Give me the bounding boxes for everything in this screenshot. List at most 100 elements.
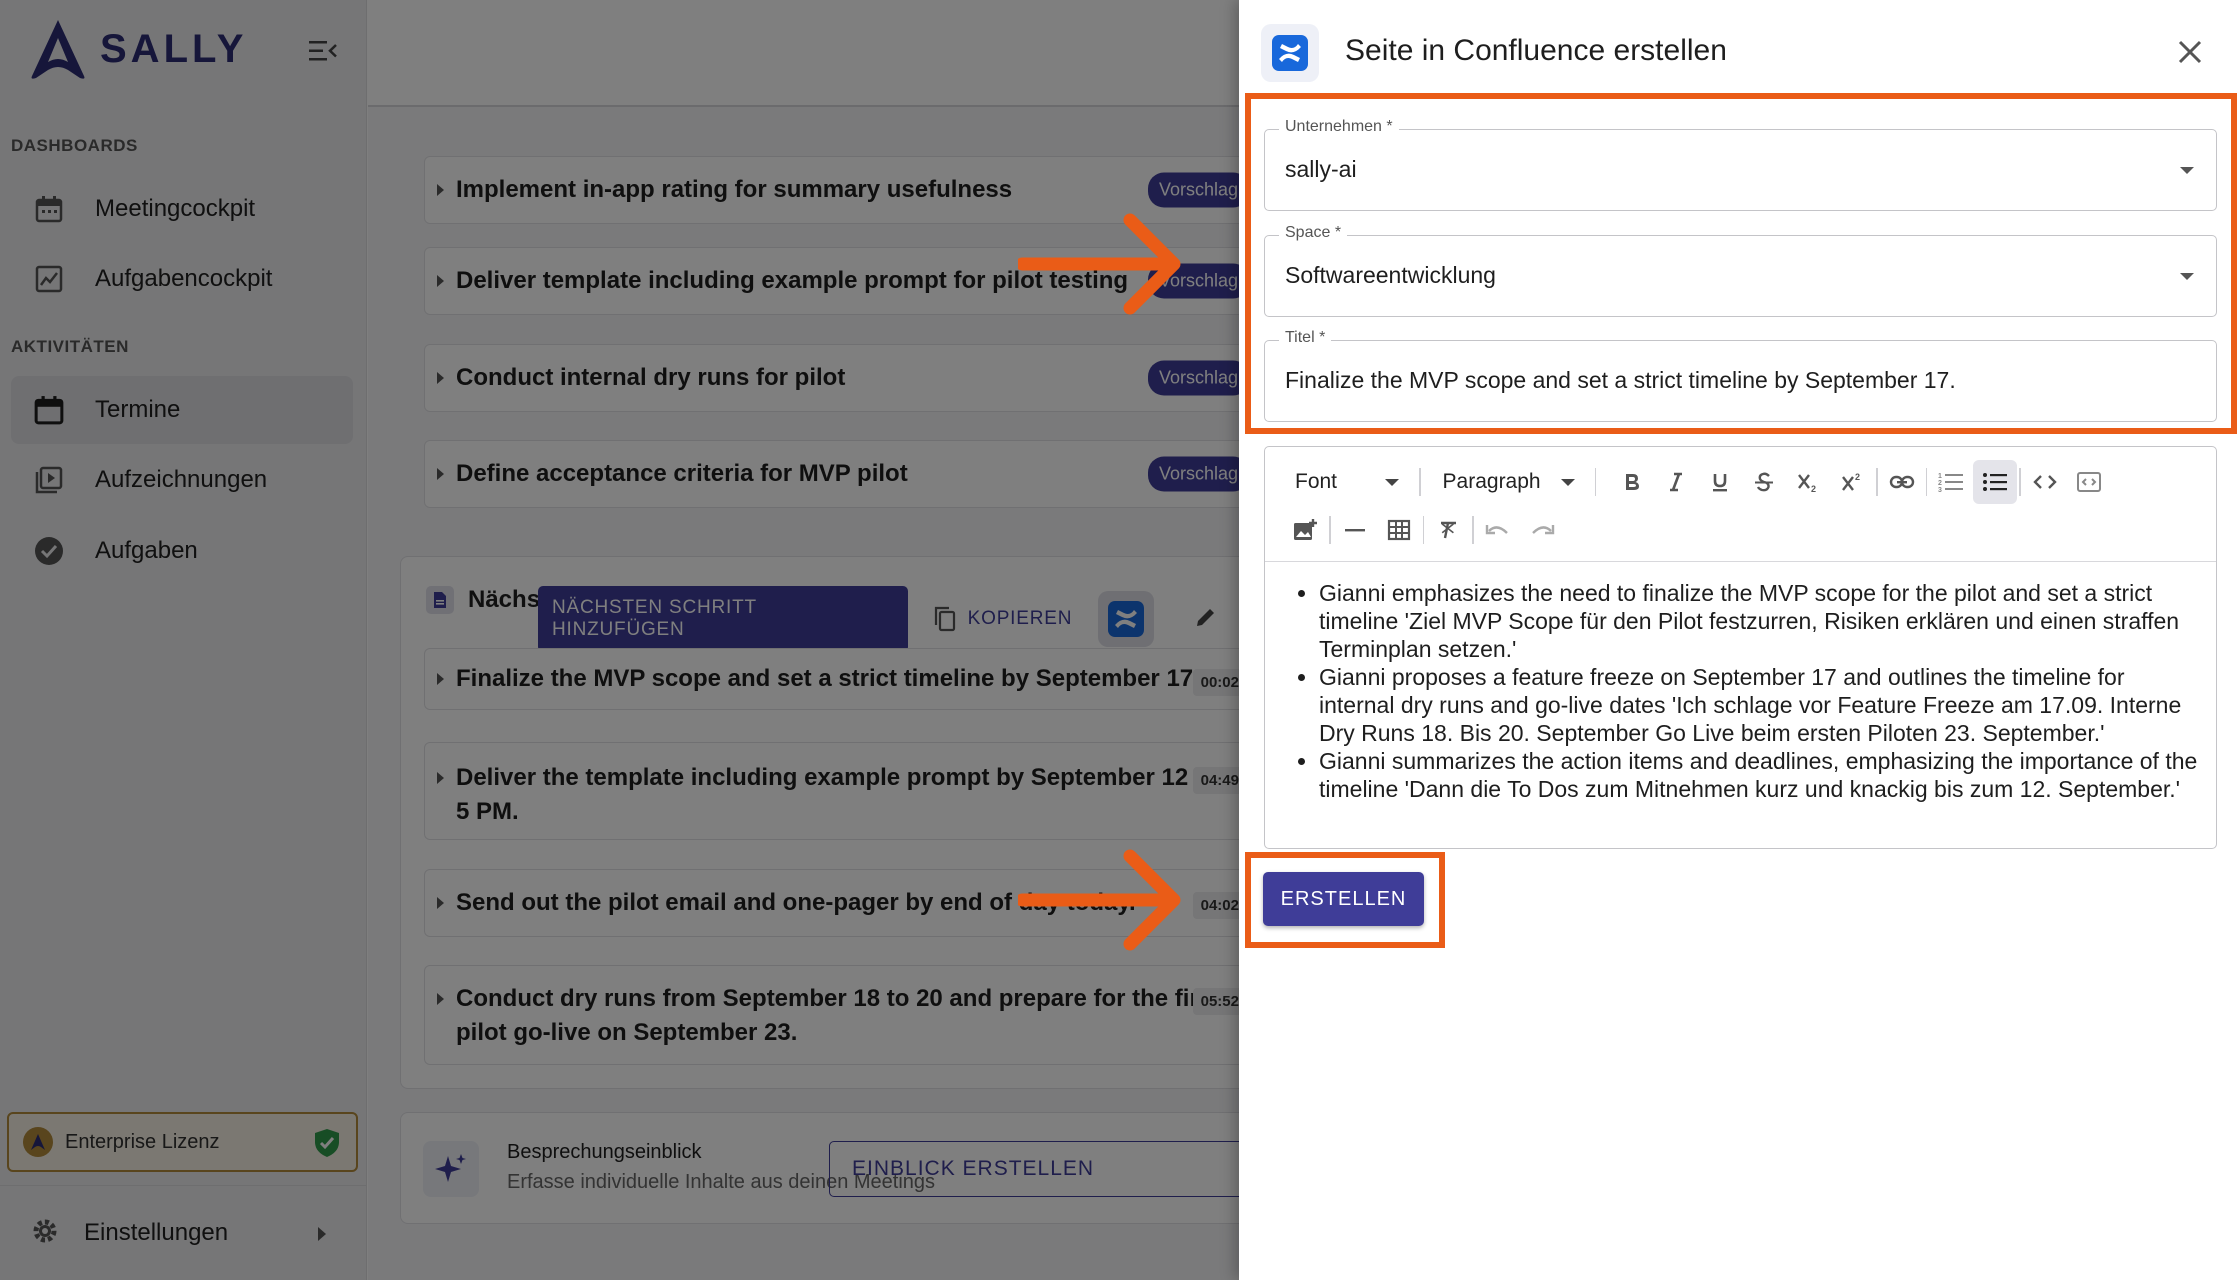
- toolbar-divider: [1472, 516, 1474, 544]
- collapse-sidebar-button[interactable]: [308, 38, 338, 64]
- chevron-right-icon: [316, 1226, 328, 1247]
- sidebar-item-label: Aufzeichnungen: [95, 466, 268, 493]
- next-steps-header: Nächst: [426, 586, 548, 614]
- suggestion-card[interactable]: Conduct internal dry runs for pilot Vors…: [424, 344, 1239, 412]
- bullet-list-icon: [1983, 473, 2008, 491]
- next-step-title: Conduct dry runs from September 18 to 20…: [456, 985, 1221, 1012]
- dropdown-arrow-icon: [2180, 167, 2194, 174]
- calendar-icon: [33, 394, 65, 426]
- sidebar-item-aufgabencockpit[interactable]: Aufgabencockpit: [11, 245, 353, 313]
- space-value: Softwareentwicklung: [1285, 262, 1496, 288]
- copy-icon: [934, 606, 955, 632]
- superscript-button[interactable]: 2: [1830, 460, 1874, 504]
- bullet-list-button[interactable]: [1973, 460, 2018, 504]
- expand-caret-icon: [437, 993, 444, 1005]
- timestamp-badge[interactable]: 05:52: [1192, 988, 1239, 1015]
- clear-format-icon: [1441, 521, 1456, 539]
- expand-caret-icon: [437, 184, 444, 196]
- table-button[interactable]: [1377, 508, 1421, 552]
- sparkle-icon: [423, 1141, 479, 1197]
- add-next-step-button[interactable]: NÄCHSTEN SCHRITT HINZUFÜGEN: [538, 586, 908, 652]
- title-input[interactable]: Titel * Finalize the MVP scope and set a…: [1264, 329, 2217, 422]
- next-step-card[interactable]: Deliver the template including example p…: [424, 742, 1239, 840]
- settings-item[interactable]: Einstellungen: [0, 1185, 367, 1280]
- suggestion-badge: Vorschlag: [1147, 456, 1239, 492]
- next-step-card[interactable]: Conduct dry runs from September 18 to 20…: [424, 965, 1239, 1065]
- license-label: Enterprise Lizenz: [65, 1130, 220, 1153]
- insert-image-button[interactable]: [1283, 508, 1327, 552]
- create-button[interactable]: ERSTELLEN: [1263, 872, 1424, 926]
- undo-button[interactable]: [1476, 508, 1520, 552]
- bold-icon: [1626, 474, 1640, 490]
- copy-label: KOPIEREN: [967, 608, 1073, 629]
- expand-caret-icon: [437, 275, 444, 287]
- timestamp-badge[interactable]: 00:02: [1192, 669, 1239, 696]
- sally-logo[interactable]: SALLY: [28, 18, 247, 80]
- check-circle-icon: [33, 535, 65, 567]
- main-content: Implement in-app rating for summary usef…: [368, 0, 1239, 1280]
- pencil-icon: [1197, 608, 1214, 626]
- horizontal-rule-button[interactable]: [1333, 508, 1377, 552]
- shield-check-icon: [314, 1128, 340, 1163]
- next-step-card[interactable]: Finalize the MVP scope and set a strict …: [424, 648, 1239, 710]
- horizontal-rule-icon: [1344, 529, 1365, 532]
- license-badge[interactable]: Enterprise Lizenz: [7, 1112, 358, 1172]
- edit-button[interactable]: [1194, 605, 1218, 634]
- insight-section: Besprechungseinblick Erfasse individuell…: [400, 1112, 1239, 1224]
- suggestion-title: Define acceptance criteria for MVP pilot: [456, 460, 908, 487]
- block-format-select[interactable]: Paragraph: [1443, 470, 1575, 494]
- next-steps-title: Nächst: [468, 586, 549, 613]
- sidebar-item-aufgaben[interactable]: Aufgaben: [11, 517, 353, 585]
- italic-button[interactable]: [1654, 460, 1698, 504]
- expand-caret-icon: [437, 897, 444, 909]
- confluence-icon: [1261, 24, 1319, 82]
- timestamp-badge[interactable]: 04:02: [1192, 892, 1239, 919]
- confluence-button[interactable]: [1098, 591, 1154, 647]
- suggestion-card[interactable]: Define acceptance criteria for MVP pilot…: [424, 440, 1239, 508]
- sidebar: SALLY DASHBOARDS Meetingcockpit Aufgaben…: [0, 0, 367, 1280]
- confluence-dialog: Seite in Confluence erstellen Unternehme…: [1239, 0, 2239, 1280]
- code-icon: [2032, 475, 2057, 489]
- settings-label: Einstellungen: [84, 1219, 229, 1246]
- strikethrough-button[interactable]: [1742, 460, 1786, 504]
- license-avatar-icon: [23, 1127, 53, 1157]
- close-button[interactable]: [2174, 36, 2206, 68]
- subscript-icon: 2: [1798, 474, 1816, 493]
- sidebar-item-label: Aufgaben: [95, 537, 198, 564]
- video-library-icon: [33, 464, 65, 496]
- space-select[interactable]: Space * Softwareentwicklung: [1264, 224, 2217, 317]
- link-icon: [1889, 475, 1914, 489]
- subscript-button[interactable]: 2: [1786, 460, 1830, 504]
- sidebar-item-aufzeichnungen[interactable]: Aufzeichnungen: [11, 446, 353, 514]
- company-select[interactable]: Unternehmen * sally-ai: [1264, 118, 2217, 211]
- svg-text:2: 2: [1811, 484, 1816, 493]
- suggestion-title: Implement in-app rating for summary usef…: [456, 176, 1013, 203]
- sidebar-item-termine[interactable]: Termine: [11, 376, 353, 444]
- code-button[interactable]: [2023, 460, 2067, 504]
- underline-button[interactable]: [1698, 460, 1742, 504]
- create-insight-button[interactable]: EINBLICK ERSTELLEN: [829, 1141, 1239, 1197]
- font-select[interactable]: Font: [1295, 470, 1400, 494]
- toolbar-divider: [1329, 516, 1331, 544]
- dropdown-arrow-icon: [2180, 273, 2194, 280]
- expand-caret-icon: [437, 673, 444, 685]
- link-button[interactable]: [1880, 460, 1924, 504]
- bold-button[interactable]: [1610, 460, 1654, 504]
- suggestion-badge: Vorschlag: [1147, 360, 1239, 396]
- copy-button[interactable]: KOPIEREN: [934, 606, 1073, 632]
- ordered-list-button[interactable]: 123: [1929, 460, 1973, 504]
- undo-icon: [1485, 525, 1508, 535]
- code-block-button[interactable]: [2067, 460, 2111, 504]
- editor-content[interactable]: Gianni emphasizes the need to finalize t…: [1293, 579, 2198, 803]
- font-select-label: Font: [1295, 470, 1338, 493]
- menu-collapse-icon: [309, 41, 337, 61]
- timestamp-badge[interactable]: 04:49: [1192, 767, 1239, 794]
- sidebar-item-meetingcockpit[interactable]: Meetingcockpit: [11, 175, 353, 243]
- annotation-arrow-top: [1018, 213, 1181, 315]
- next-step-title: Deliver the template including example p…: [456, 764, 1217, 791]
- redo-button[interactable]: [1520, 508, 1564, 552]
- clear-format-button[interactable]: [1426, 508, 1470, 552]
- chart-icon: [33, 263, 65, 295]
- app-name: SALLY: [100, 26, 248, 71]
- dropdown-arrow-icon: [1385, 478, 1400, 486]
